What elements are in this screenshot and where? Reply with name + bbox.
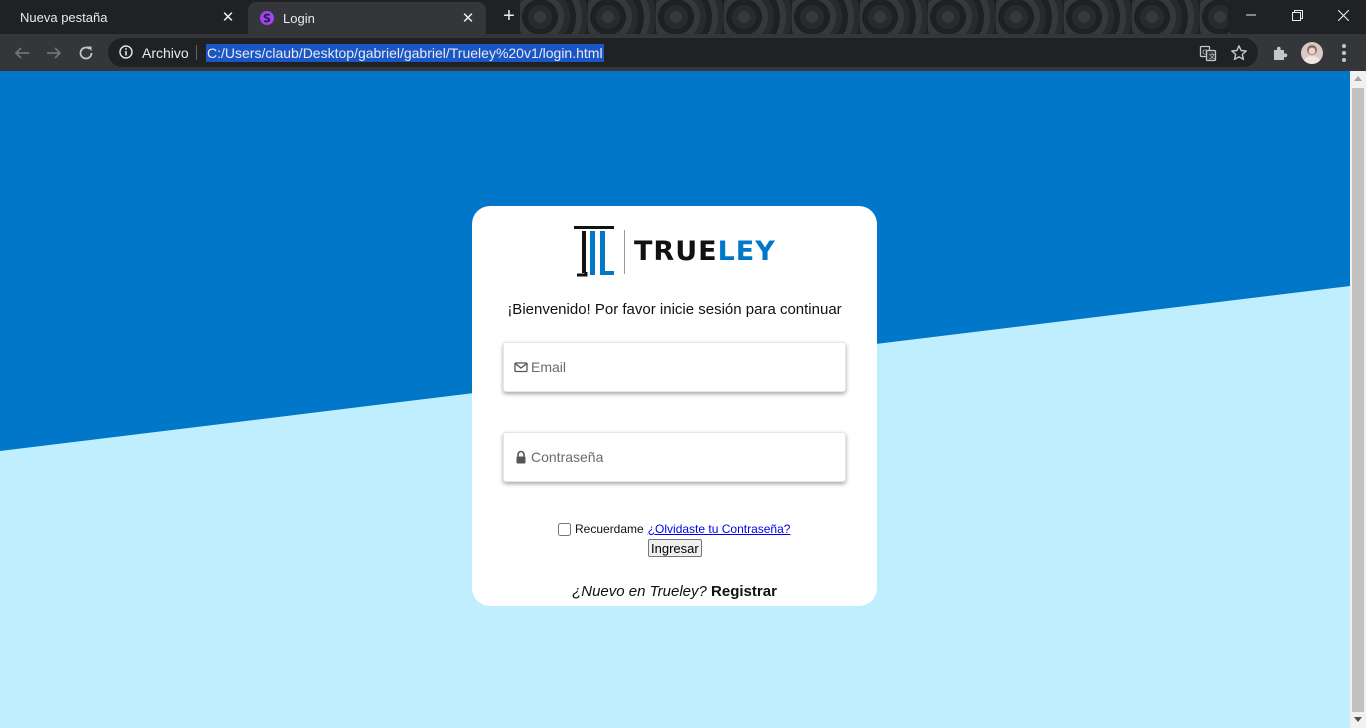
forward-button[interactable]: [43, 42, 65, 64]
tab-title: Nueva pestaña: [20, 9, 108, 25]
signup-prompt: ¿Nuevo en Trueley?: [572, 583, 707, 600]
scrollbar-thumb[interactable]: [1352, 88, 1364, 712]
login-submit-button[interactable]: Ingresar: [648, 539, 702, 557]
svg-text:G: G: [1202, 49, 1207, 57]
theme-pattern: [520, 0, 1230, 34]
brand-wordmark: TRUELEY: [634, 236, 776, 267]
signup-row: ¿Nuevo en Trueley? Registrar: [472, 583, 877, 600]
page-info-label: Archivo: [142, 45, 189, 61]
reload-icon: [79, 46, 93, 60]
site-favicon-icon: [260, 11, 274, 25]
trueley-logo: TRUELEY: [574, 226, 779, 278]
email-input[interactable]: [531, 359, 831, 375]
menu-dots-icon: [1342, 44, 1346, 62]
close-icon[interactable]: ✕: [220, 8, 236, 26]
remember-row: Recuerdame ¿Olvidaste tu Contraseña?: [558, 522, 790, 536]
email-field[interactable]: [503, 342, 846, 392]
page-viewport: TRUELEY ¡Bienvenido! Por favor inicie se…: [0, 71, 1350, 728]
tab-title: Login: [283, 10, 315, 26]
bookmark-star-icon[interactable]: [1230, 44, 1248, 62]
extensions-puzzle-icon[interactable]: [1269, 42, 1291, 64]
arrow-left-icon: [14, 47, 29, 59]
brand-prefix: TRUE: [634, 236, 718, 267]
password-input[interactable]: [531, 449, 831, 465]
reload-button[interactable]: [75, 42, 97, 64]
close-icon[interactable]: ✕: [460, 9, 476, 27]
url-text[interactable]: C:/Users/claub/Desktop/gabriel/gabriel/T…: [206, 44, 604, 62]
browser-toolbar: Archivo C:/Users/claub/Desktop/gabriel/g…: [0, 34, 1366, 71]
back-button[interactable]: [11, 42, 33, 64]
new-tab-plus-icon[interactable]: +: [499, 6, 519, 26]
profile-avatar[interactable]: [1301, 42, 1323, 64]
welcome-message: ¡Bienvenido! Por favor inicie sesión par…: [507, 301, 842, 318]
browser-menu-button[interactable]: [1333, 42, 1355, 64]
tab-strip: Nueva pestaña ✕ Login ✕ +: [0, 0, 1366, 34]
remember-label: Recuerdame: [575, 522, 644, 536]
register-link[interactable]: Registrar: [711, 583, 777, 600]
restore-button[interactable]: [1274, 0, 1320, 30]
scroll-up-arrow-icon[interactable]: [1354, 76, 1362, 81]
restore-icon: [1291, 9, 1303, 21]
login-card: TRUELEY ¡Bienvenido! Por favor inicie se…: [472, 206, 877, 606]
translate-icon[interactable]: G 文: [1199, 44, 1217, 62]
lock-icon: [516, 450, 526, 464]
divider: [196, 45, 197, 60]
minimize-button[interactable]: [1228, 0, 1274, 30]
scroll-down-arrow-icon[interactable]: [1354, 717, 1362, 722]
address-bar[interactable]: Archivo C:/Users/claub/Desktop/gabriel/g…: [108, 38, 1258, 67]
arrow-right-icon: [47, 47, 62, 59]
tab-login[interactable]: Login ✕: [248, 2, 486, 34]
remember-checkbox[interactable]: [558, 522, 571, 536]
envelope-icon: [514, 362, 528, 373]
tab-new-tab[interactable]: Nueva pestaña ✕: [0, 0, 246, 34]
brand-suffix: LEY: [717, 236, 776, 267]
close-window-button[interactable]: [1320, 0, 1366, 30]
forgot-password-link[interactable]: ¿Olvidaste tu Contraseña?: [648, 522, 791, 536]
minimize-icon: [1246, 14, 1256, 16]
avatar-icon: [1304, 45, 1320, 64]
info-icon[interactable]: [119, 45, 133, 59]
close-icon: [1337, 9, 1349, 21]
logo-pillar-icon: [574, 226, 625, 277]
password-field[interactable]: [503, 432, 846, 482]
svg-text:文: 文: [1209, 52, 1216, 61]
